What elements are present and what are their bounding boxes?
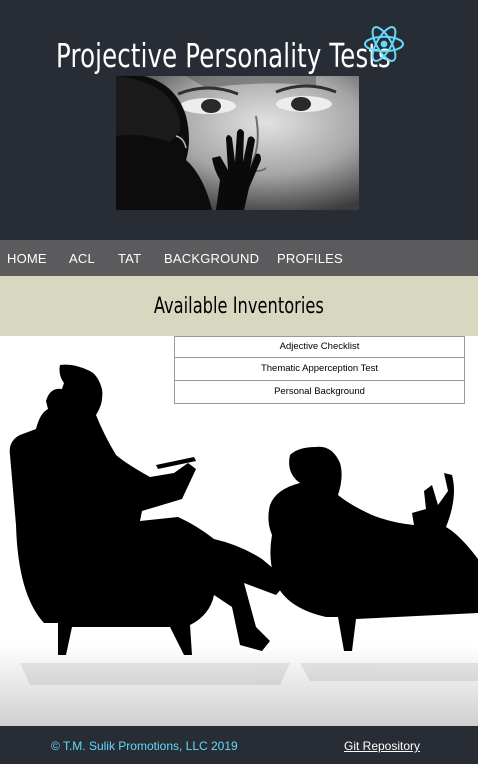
section-title: Available Inventories bbox=[0, 292, 478, 320]
git-repository-link[interactable]: Git Repository bbox=[344, 739, 420, 753]
section-banner: Available Inventories bbox=[0, 276, 478, 336]
copyright-text: © T.M. Sulik Promotions, LLC 2019 bbox=[51, 739, 238, 753]
nav-item-acl[interactable]: ACL bbox=[69, 251, 95, 266]
page-footer: © T.M. Sulik Promotions, LLC 2019 Git Re… bbox=[0, 726, 478, 764]
adjective-checklist-button[interactable]: Adjective Checklist bbox=[174, 336, 465, 358]
nav-item-home[interactable]: HOME bbox=[7, 251, 47, 266]
main-nav: HOME ACL TAT BACKGROUND PROFILES bbox=[0, 240, 478, 276]
nav-item-profiles[interactable]: PROFILES bbox=[277, 251, 343, 266]
section-title-text: Available Inventories bbox=[153, 294, 325, 319]
nav-item-tat[interactable]: TAT bbox=[118, 251, 141, 266]
personal-background-button[interactable]: Personal Background bbox=[174, 381, 465, 404]
thematic-apperception-test-button[interactable]: Thematic Apperception Test bbox=[174, 358, 465, 381]
page-title: Projective Personality Tests bbox=[56, 36, 391, 75]
app-header: Projective Personality Tests bbox=[0, 0, 478, 240]
nav-item-background[interactable]: BACKGROUND bbox=[164, 251, 259, 266]
inventory-list: Adjective Checklist Thematic Apperceptio… bbox=[174, 336, 465, 404]
react-atom-icon bbox=[364, 26, 404, 62]
hero-image bbox=[116, 76, 359, 210]
